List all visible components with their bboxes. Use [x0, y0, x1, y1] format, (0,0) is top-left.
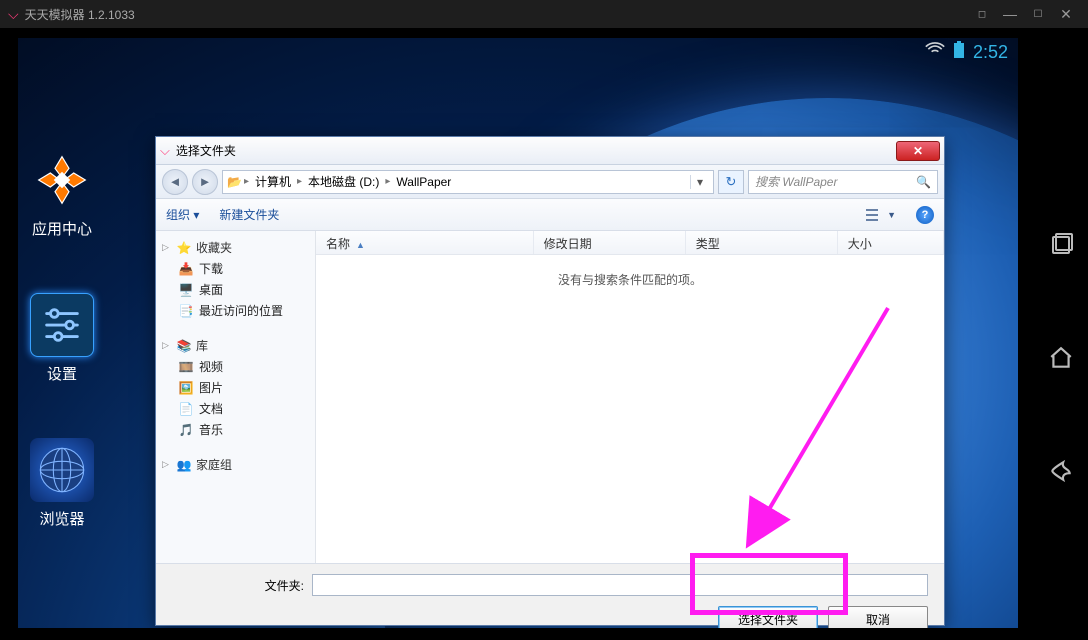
- breadcrumb[interactable]: 📂 ▸ 计算机 ▸ 本地磁盘 (D:) ▸ WallPaper ▾: [222, 170, 714, 194]
- cancel-button[interactable]: 取消: [828, 606, 928, 628]
- android-status-bar: 2:52: [18, 38, 1018, 66]
- dialog-app-icon: ⌵: [160, 143, 170, 159]
- col-type[interactable]: 类型: [686, 231, 838, 254]
- select-folder-button[interactable]: 选择文件夹: [718, 606, 818, 628]
- dialog-main: ▷⭐收藏夹 📥下载 🖥️桌面 📑最近访问的位置 ▷📚库 🎞️视频 🖼️图片 📄文…: [156, 231, 944, 563]
- view-mode-button[interactable]: ▼: [865, 208, 896, 222]
- back-button[interactable]: [1045, 455, 1077, 487]
- sidebar-pictures[interactable]: 🖼️图片: [160, 377, 311, 398]
- col-size[interactable]: 大小: [838, 231, 944, 254]
- sidebar-video[interactable]: 🎞️视频: [160, 356, 311, 377]
- sidebar-homegroup[interactable]: ▷👥家庭组: [160, 454, 311, 475]
- col-date[interactable]: 修改日期: [534, 231, 686, 254]
- search-input[interactable]: 搜索 WallPaper 🔍: [748, 170, 938, 194]
- emulator-logo-icon: ⌵: [8, 6, 19, 23]
- recent-apps-button[interactable]: [1045, 229, 1077, 261]
- folder-icon: 📂: [227, 175, 242, 189]
- help-button[interactable]: ?: [916, 206, 934, 224]
- nav-back-button[interactable]: ◄: [162, 169, 188, 195]
- battery-icon: [953, 41, 965, 64]
- browser-icon: [30, 438, 94, 502]
- android-dock: 应用中心 设置 浏览器: [30, 148, 94, 529]
- app-settings[interactable]: 设置: [30, 293, 94, 384]
- sidebar-favorites[interactable]: ▷⭐收藏夹: [160, 237, 311, 258]
- emulator-title: 天天模拟器 1.2.1033: [25, 6, 135, 23]
- dialog-title: 选择文件夹: [176, 142, 236, 159]
- home-button[interactable]: [1045, 342, 1077, 374]
- emulator-maximize-button[interactable]: ☐: [1024, 9, 1052, 20]
- organize-button[interactable]: 组织 ▾: [166, 206, 199, 223]
- clock-text: 2:52: [973, 42, 1008, 63]
- nav-forward-button[interactable]: ►: [192, 169, 218, 195]
- new-folder-button[interactable]: 新建文件夹: [219, 206, 279, 223]
- sidebar-desktop[interactable]: 🖥️桌面: [160, 279, 311, 300]
- sidebar-libraries[interactable]: ▷📚库: [160, 335, 311, 356]
- refresh-button[interactable]: ↻: [718, 170, 744, 194]
- settings-icon: [30, 293, 94, 357]
- bc-computer[interactable]: 计算机: [251, 173, 295, 190]
- bc-wallpaper[interactable]: WallPaper: [392, 175, 455, 189]
- sidebar: ▷⭐收藏夹 📥下载 🖥️桌面 📑最近访问的位置 ▷📚库 🎞️视频 🖼️图片 📄文…: [156, 231, 316, 563]
- empty-message: 没有与搜索条件匹配的项。: [316, 271, 944, 288]
- col-name[interactable]: 名称▲: [316, 231, 534, 254]
- dialog-titlebar: ⌵ 选择文件夹 ✕: [156, 137, 944, 165]
- sidebar-music[interactable]: 🎵音乐: [160, 419, 311, 440]
- bc-drive-d[interactable]: 本地磁盘 (D:): [304, 173, 383, 190]
- file-list-columns: 名称▲ 修改日期 类型 大小: [316, 231, 944, 255]
- android-navbar: [1034, 38, 1088, 628]
- sidebar-downloads[interactable]: 📥下载: [160, 258, 311, 279]
- app-center-icon: [30, 148, 94, 212]
- sidebar-recent[interactable]: 📑最近访问的位置: [160, 300, 311, 321]
- android-screen: 2:52 应用中心 设置 浏览器 ○: [18, 38, 1018, 628]
- sidebar-documents[interactable]: 📄文档: [160, 398, 311, 419]
- app-center[interactable]: 应用中心: [30, 148, 94, 239]
- emulator-close-button[interactable]: ✕: [1052, 6, 1080, 23]
- file-list[interactable]: 名称▲ 修改日期 类型 大小 没有与搜索条件匹配的项。: [316, 231, 944, 563]
- app-center-label: 应用中心: [32, 218, 92, 239]
- search-icon: 🔍: [916, 175, 931, 189]
- dialog-close-button[interactable]: ✕: [896, 141, 940, 161]
- dialog-nav-row: ◄ ► 📂 ▸ 计算机 ▸ 本地磁盘 (D:) ▸ WallPaper ▾ ↻ …: [156, 165, 944, 199]
- emulator-titlebar: ⌵ 天天模拟器 1.2.1033 ◻ — ☐ ✕: [0, 0, 1088, 28]
- app-browser[interactable]: 浏览器: [30, 438, 94, 529]
- browser-label: 浏览器: [39, 508, 84, 529]
- search-placeholder: 搜索 WallPaper: [755, 173, 837, 190]
- wifi-icon: [925, 42, 945, 63]
- dialog-bottom: 文件夹: 选择文件夹 取消: [156, 563, 944, 625]
- folder-label: 文件夹:: [172, 577, 304, 594]
- folder-input[interactable]: [312, 574, 928, 596]
- settings-label: 设置: [47, 363, 77, 384]
- emulator-minimize-button[interactable]: —: [996, 6, 1024, 22]
- dialog-toolbar: 组织 ▾ 新建文件夹 ▼ ?: [156, 199, 944, 231]
- emulator-compact-button[interactable]: ◻: [968, 9, 996, 20]
- breadcrumb-dropdown[interactable]: ▾: [690, 175, 709, 189]
- emulator-body: 2:52 应用中心 设置 浏览器 ○: [0, 28, 1088, 640]
- folder-picker-dialog: ⌵ 选择文件夹 ✕ ◄ ► 📂 ▸ 计算机 ▸ 本地磁盘 (D:) ▸ Wall…: [155, 136, 945, 626]
